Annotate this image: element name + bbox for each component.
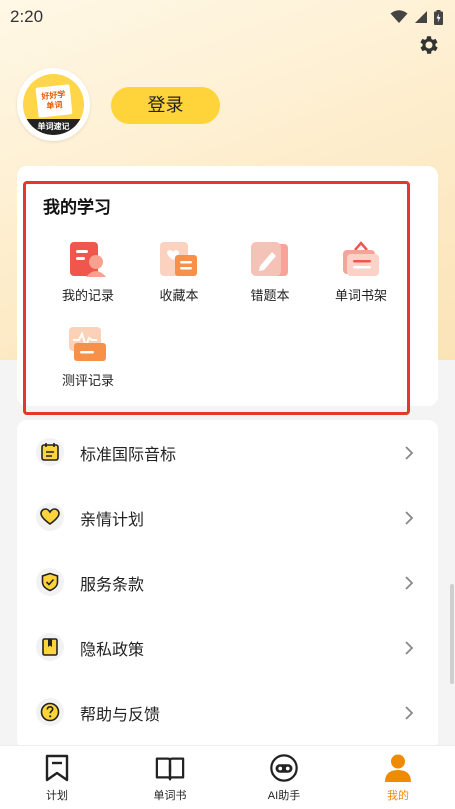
wifi-icon: [390, 10, 408, 23]
calendar-icon: [36, 438, 64, 466]
gear-icon: [420, 36, 438, 54]
avatar-image: 好好学 单词 单词速记: [23, 74, 84, 135]
study-item-label: 错题本: [250, 289, 290, 304]
chevron-right-icon: [405, 705, 414, 720]
menu-item-family-plan[interactable]: 亲情计划: [17, 485, 438, 550]
help-icon: [36, 698, 64, 726]
study-item-bookshelf[interactable]: 单词书架: [321, 240, 401, 310]
plan-icon: [42, 752, 72, 784]
favorites-icon: [159, 240, 199, 280]
book-icon: [155, 752, 185, 784]
study-item-label: 收藏本: [159, 289, 199, 304]
bookshelf-icon: [341, 240, 381, 280]
menu-item-terms[interactable]: 服务条款: [17, 550, 438, 615]
menu-item-label: 隐私政策: [80, 639, 145, 659]
tab-label: 计划: [46, 790, 68, 802]
record-icon: [68, 240, 108, 280]
chevron-right-icon: [405, 510, 414, 525]
study-item-records[interactable]: 我的记录: [48, 240, 128, 310]
chevron-right-icon: [405, 640, 414, 655]
status-bar: 2:20: [0, 0, 455, 34]
avatar-mid-text: 单词: [46, 100, 63, 111]
study-item-label: 我的记录: [61, 289, 114, 304]
assessment-icon: [68, 325, 108, 365]
login-button[interactable]: 登录: [111, 87, 220, 124]
menu-item-phonetics[interactable]: 标准国际音标: [17, 420, 438, 485]
menu-item-label: 帮助与反馈: [80, 704, 161, 724]
signal-icon: [415, 11, 427, 23]
study-item-mistakes[interactable]: 错题本: [230, 240, 310, 310]
menu-item-label: 亲情计划: [80, 509, 145, 529]
heart-icon: [36, 503, 64, 531]
battery-icon: [434, 9, 443, 25]
shield-check-icon: [36, 568, 64, 596]
menu-item-help[interactable]: 帮助与反馈: [17, 680, 438, 745]
tab-ai-assistant[interactable]: AI助手: [239, 746, 329, 809]
study-item-favorites[interactable]: 收藏本: [139, 240, 219, 310]
status-time: 2:20: [10, 7, 44, 26]
tab-wordbook[interactable]: 单词书: [125, 746, 215, 809]
tab-mine[interactable]: 我的: [353, 746, 443, 809]
avatar-card: 好好学 单词: [35, 84, 73, 118]
tab-plan[interactable]: 计划: [12, 746, 102, 809]
chevron-right-icon: [405, 445, 414, 460]
study-title: 我的学习: [43, 198, 111, 218]
mistakes-icon: [250, 240, 290, 280]
settings-button[interactable]: [417, 33, 441, 57]
status-icons: [390, 9, 443, 25]
menu-item-label: 服务条款: [80, 574, 145, 594]
menu-item-privacy[interactable]: 隐私政策: [17, 615, 438, 680]
study-item-label: 单词书架: [334, 289, 387, 304]
tab-label: 单词书: [153, 790, 187, 802]
tab-label: 我的: [387, 790, 409, 802]
study-item-assessment[interactable]: 测评记录: [48, 325, 128, 395]
scrollbar[interactable]: [450, 584, 454, 684]
bookmark-icon: [36, 633, 64, 661]
avatar-band-text: 单词速记: [23, 119, 84, 135]
menu-list: 标准国际音标 亲情计划 服务条款 隐私政策 帮助与反馈: [17, 420, 438, 750]
menu-item-label: 标准国际音标: [80, 444, 177, 464]
chevron-right-icon: [405, 575, 414, 590]
tab-label: AI助手: [267, 790, 301, 802]
person-icon: [383, 752, 413, 784]
robot-icon: [269, 752, 299, 784]
avatar[interactable]: 好好学 单词 单词速记: [17, 68, 90, 141]
study-item-label: 测评记录: [61, 374, 114, 389]
bottom-tab-bar: 计划 单词书 AI助手 我的: [0, 745, 455, 809]
